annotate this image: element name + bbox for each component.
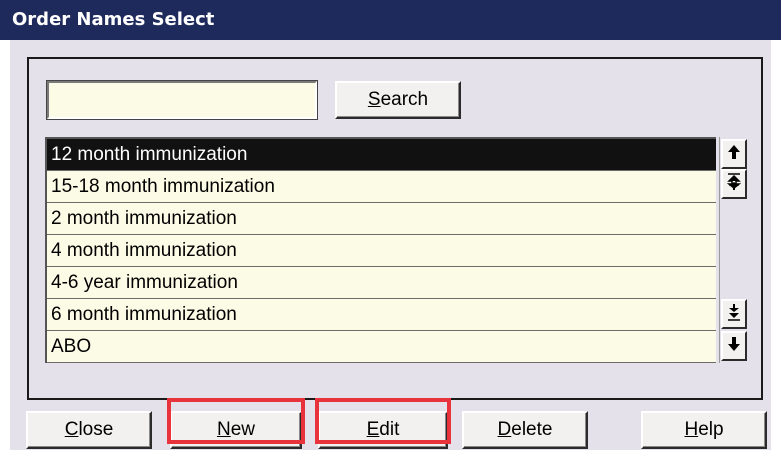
- order-names-list[interactable]: 12 month immunization 15-18 month immuniz…: [45, 137, 716, 363]
- search-button-mnemonic: S: [367, 89, 381, 110]
- page-up-icon: [726, 173, 742, 195]
- edit-button[interactable]: Edit: [318, 411, 448, 449]
- arrow-down-icon: [727, 336, 741, 356]
- search-panel: Search 12 month immunization 15-18 month …: [27, 57, 763, 400]
- help-button-label: elp: [698, 419, 724, 440]
- close-button-label: lose: [78, 419, 114, 440]
- order-names-select-window: Order Names Select Search 12 month immun…: [0, 0, 781, 456]
- search-button[interactable]: Search: [335, 81, 461, 119]
- close-button-mnemonic: C: [64, 419, 79, 440]
- edit-button-label: dit: [379, 419, 400, 440]
- dialog-body: Search 12 month immunization 15-18 month …: [10, 40, 771, 450]
- search-button-label: earch: [380, 89, 429, 110]
- new-button[interactable]: New: [170, 411, 302, 449]
- close-button[interactable]: Close: [26, 411, 152, 449]
- page-down-icon: [727, 303, 741, 325]
- delete-button-mnemonic: D: [497, 419, 512, 440]
- help-button[interactable]: Help: [641, 411, 767, 449]
- arrow-up-icon: [727, 144, 741, 164]
- list-scrollbar[interactable]: [719, 137, 747, 363]
- list-item[interactable]: 15-18 month immunization: [47, 171, 716, 203]
- list-item[interactable]: 4-6 year immunization: [47, 267, 716, 299]
- delete-button[interactable]: Delete: [462, 411, 588, 449]
- list-item[interactable]: 4 month immunization: [47, 235, 716, 267]
- help-button-mnemonic: H: [684, 419, 699, 440]
- search-input[interactable]: [46, 80, 318, 120]
- scroll-up-button[interactable]: [721, 139, 747, 169]
- scroll-page-up-button[interactable]: [721, 169, 747, 199]
- edit-button-mnemonic: E: [366, 419, 380, 440]
- list-item[interactable]: 2 month immunization: [47, 203, 716, 235]
- window-title: Order Names Select: [0, 0, 781, 40]
- delete-button-label: elete: [511, 419, 553, 440]
- scroll-page-down-button[interactable]: [721, 299, 747, 329]
- list-item[interactable]: 12 month immunization: [47, 139, 716, 171]
- new-button-mnemonic: N: [216, 419, 231, 440]
- new-button-label: ew: [230, 419, 256, 440]
- list-item[interactable]: ABO: [47, 331, 716, 363]
- scroll-down-button[interactable]: [721, 331, 747, 361]
- list-item[interactable]: 6 month immunization: [47, 299, 716, 331]
